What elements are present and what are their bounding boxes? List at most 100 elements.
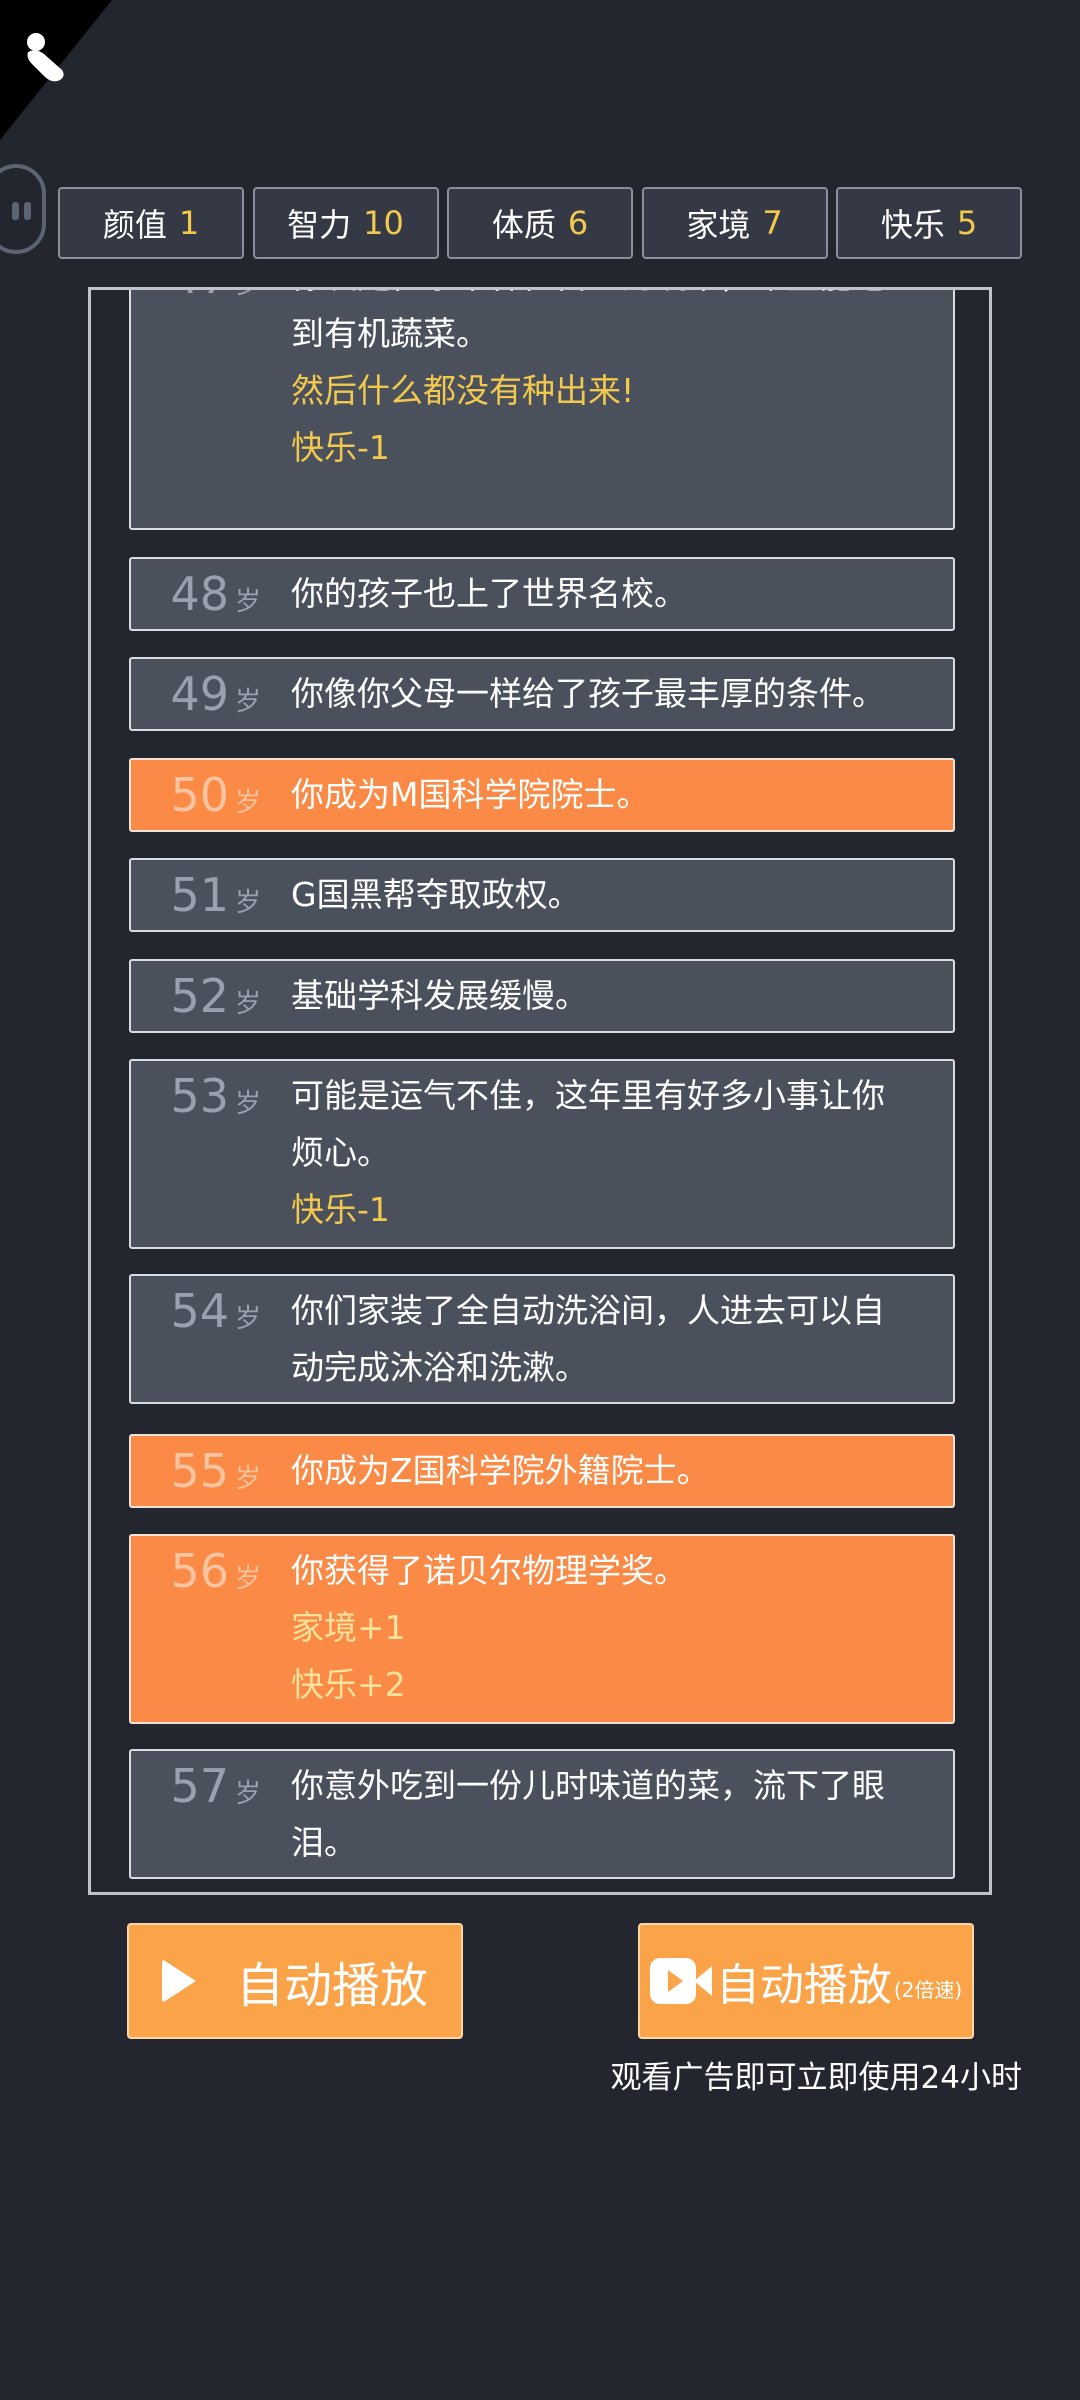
event-age-unit: 岁: [234, 1304, 261, 1334]
event-effect: 然后什么都没有种出来!: [291, 371, 635, 410]
event-text-line: 你的孩子也上了世界名校。: [291, 574, 687, 613]
event-age-unit: 岁: [234, 1779, 261, 1809]
event-effect: 快乐+2: [291, 1665, 406, 1704]
event-text-line: 到有机蔬菜。: [291, 314, 489, 353]
stat-constitution: 体质 6: [447, 187, 633, 259]
event-age: 50 岁: [131, 760, 261, 838]
event-age-number: 56: [170, 1544, 229, 1598]
event-age: 56 岁: [131, 1536, 261, 1614]
event-effect: 家境+1: [291, 1608, 406, 1647]
event-text-line: 你成为Z国科学院外籍院士。: [291, 1451, 710, 1490]
event-description: 可能是运气不佳，这年里有好多小事让你 烦心。快乐-1: [291, 1061, 939, 1238]
auto-play-ad-button[interactable]: 自动播放 (2倍速): [638, 1923, 974, 2039]
event-age: 48 岁: [131, 559, 261, 637]
stat-label: 体质: [491, 206, 556, 244]
event-description: 你决定在家中种植自己的蔬菜，希望能吃到有机蔬菜。然后什么都没有种出来! 快乐-1: [291, 290, 939, 476]
event-age-number: 57: [170, 1759, 229, 1813]
life-event-row: 53 岁可能是运气不佳，这年里有好多小事让你 烦心。快乐-1: [129, 1059, 955, 1249]
stat-value: 10: [363, 204, 404, 242]
event-text-line: 你们家装了全自动洗浴间，人进去可以自: [291, 1291, 885, 1330]
life-event-row: 48 岁你的孩子也上了世界名校。: [129, 557, 955, 631]
event-age-number: 47: [170, 290, 229, 304]
event-text-line: 烦心。: [291, 1133, 390, 1172]
event-age-unit: 岁: [234, 1464, 261, 1494]
face-eye-left: [12, 202, 19, 220]
event-age: 55 岁: [131, 1436, 261, 1514]
life-event-row: 56 岁你获得了诺贝尔物理学奖。 家境+1 快乐+2: [129, 1534, 955, 1724]
speed-label: (2倍速): [893, 1977, 963, 2002]
event-effect: 快乐-1: [291, 428, 390, 467]
event-age-number: 51: [170, 868, 229, 922]
event-description: 你的孩子也上了世界名校。: [291, 559, 939, 622]
stat-label: 智力: [287, 206, 352, 244]
life-restart-screen: 颜值 1 智力 10 体质 6 家境 7 快乐 5 47 岁 你决定在家中种植自己的…: [0, 0, 1080, 2400]
event-text-line: 泪。: [291, 1823, 357, 1862]
face-eye-right: [24, 202, 31, 220]
life-event-row: 50 岁你成为M国科学院院士。: [129, 758, 955, 832]
event-age: 49 岁: [131, 659, 261, 737]
play-icon: [161, 1959, 196, 2003]
event-age: 54 岁: [131, 1276, 261, 1354]
ad-hint-text: 观看广告即可立即使用24小时: [610, 2060, 1022, 2096]
face-icon[interactable]: [0, 164, 46, 254]
stat-label: 家境: [686, 206, 751, 244]
event-text-line: 你获得了诺贝尔物理学奖。: [291, 1551, 687, 1590]
event-text-line: 你成为M国科学院院士。: [291, 775, 650, 814]
event-age: 51 岁: [131, 860, 261, 938]
stat-appearance: 颜值 1: [58, 187, 244, 259]
event-text-line: 你决定在家中种植自己的蔬菜，希望能吃: [291, 290, 939, 305]
event-age-unit: 岁: [235, 290, 261, 300]
event-text-line: 可能是运气不佳，这年里有好多小事让你: [291, 1076, 885, 1115]
auto-play-ad-label: 自动播放: [715, 1960, 892, 2011]
life-event-log[interactable]: 47 岁 你决定在家中种植自己的蔬菜，希望能吃到有机蔬菜。然后什么都没有种出来! 快乐…: [88, 287, 992, 1895]
event-age-unit: 岁: [234, 687, 261, 717]
stat-label: 快乐: [880, 206, 945, 244]
event-age: 53 岁: [131, 1061, 261, 1139]
event-text-line: 动完成沐浴和洗漱。: [291, 1348, 588, 1387]
event-age: 57 岁: [131, 1751, 261, 1829]
stat-family-wealth: 家境 7: [641, 187, 828, 259]
figure-icon[interactable]: [22, 30, 70, 84]
event-effect: 快乐-1: [291, 1190, 390, 1229]
life-event-row: 47 岁 你决定在家中种植自己的蔬菜，希望能吃到有机蔬菜。然后什么都没有种出来! 快乐…: [129, 290, 955, 530]
stat-happiness: 快乐 5: [836, 187, 1022, 259]
event-age-number: 53: [170, 1069, 229, 1123]
life-event-row: 52 岁基础学科发展缓慢。: [129, 959, 955, 1033]
event-age-unit: 岁: [234, 788, 261, 818]
video-icon: [649, 1958, 712, 2004]
event-age-unit: 岁: [234, 888, 261, 918]
event-description: G国黑帮夺取政权。: [291, 860, 939, 923]
event-text-line: 基础学科发展缓慢。: [291, 976, 588, 1015]
event-text-line: 你意外吃到一份儿时味道的菜，流下了眼: [291, 1766, 885, 1805]
event-age-unit: 岁: [234, 1089, 261, 1119]
stat-label: 颜值: [102, 206, 167, 244]
event-description: 你像你父母一样给了孩子最丰厚的条件。: [291, 659, 939, 722]
life-event-row: 55 岁你成为Z国科学院外籍院士。: [129, 1434, 955, 1508]
event-description: 你成为Z国科学院外籍院士。: [291, 1436, 939, 1499]
event-text-line: 你像你父母一样给了孩子最丰厚的条件。: [291, 674, 885, 713]
stat-value: 5: [956, 204, 978, 242]
stat-value: 1: [178, 204, 200, 242]
event-text-line: G国黑帮夺取政权。: [291, 875, 581, 914]
event-description: 你们家装了全自动洗浴间，人进去可以自 动完成沐浴和洗漱。: [291, 1276, 939, 1396]
event-age-unit: 岁: [234, 989, 261, 1019]
attribute-bar: 颜值 1 智力 10 体质 6 家境 7 快乐 5: [58, 187, 1022, 259]
event-description: 你意外吃到一份儿时味道的菜，流下了眼 泪。: [291, 1751, 939, 1871]
event-age-number: 49: [170, 667, 229, 721]
event-description: 你成为M国科学院院士。: [291, 760, 939, 823]
life-event-row: 54 岁你们家装了全自动洗浴间，人进去可以自 动完成沐浴和洗漱。: [129, 1274, 955, 1404]
event-age-number: 48: [170, 567, 229, 621]
event-age-number: 52: [170, 969, 229, 1023]
auto-play-button[interactable]: 自动播放: [127, 1923, 463, 2039]
event-description: 基础学科发展缓慢。: [291, 961, 939, 1024]
event-age-unit: 岁: [234, 587, 261, 617]
event-description: 你获得了诺贝尔物理学奖。 家境+1 快乐+2: [291, 1536, 939, 1713]
event-age: 52 岁: [131, 961, 261, 1039]
stat-value: 7: [762, 204, 783, 242]
event-age-number: 50: [170, 768, 229, 822]
stat-intelligence: 智力 10: [252, 187, 439, 259]
event-age-unit: 岁: [234, 1564, 261, 1594]
auto-play-label: 自动播放: [235, 1958, 428, 2014]
event-age: 47 岁: [131, 290, 261, 320]
stat-value: 6: [567, 204, 589, 242]
